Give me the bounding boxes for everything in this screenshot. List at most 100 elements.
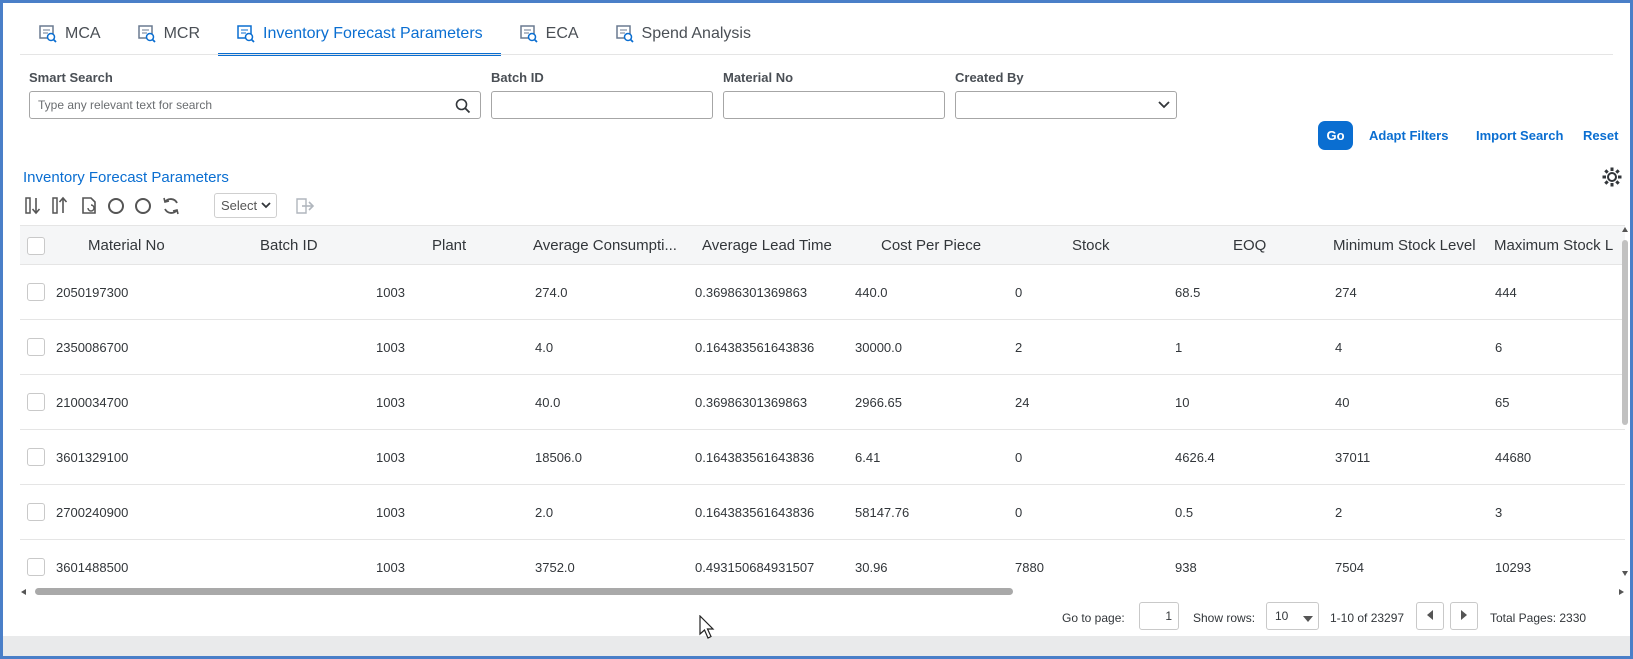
cell-average-consumption: 4.0: [535, 340, 554, 355]
tab-label: Inventory Forecast Parameters: [263, 25, 483, 42]
column-header[interactable]: Minimum Stock Level: [1333, 226, 1481, 266]
page-number-input[interactable]: 1: [1139, 602, 1179, 630]
batch-id-label: Batch ID: [491, 70, 544, 85]
cell-maximum-stock-level: 65: [1495, 395, 1510, 410]
page-number-value: 1: [1165, 609, 1172, 623]
reset-button[interactable]: Reset: [1583, 128, 1618, 143]
batch-id-field[interactable]: [491, 91, 713, 119]
row-checkbox[interactable]: [27, 558, 45, 576]
tab-eca[interactable]: ECA: [501, 16, 597, 52]
cell-eoq: 68.5: [1175, 285, 1201, 300]
created-by-label: Created By: [955, 70, 1024, 85]
rows-per-page-select[interactable]: 10: [1266, 602, 1319, 630]
table-header: Material No Batch ID Plant Average Consu…: [20, 225, 1625, 265]
previous-page-button[interactable]: [1416, 602, 1444, 630]
column-header[interactable]: Stock: [1072, 226, 1110, 266]
search-icon[interactable]: [455, 98, 471, 114]
tab-label: ECA: [545, 25, 579, 42]
refresh-icon[interactable]: [161, 196, 181, 216]
row-checkbox[interactable]: [27, 448, 45, 466]
cell-average-consumption: 2.0: [535, 505, 554, 520]
cell-plant: 1003: [376, 395, 405, 410]
tab-mca[interactable]: MCA: [20, 16, 119, 52]
import-search-button[interactable]: Import Search: [1476, 128, 1563, 143]
column-header[interactable]: Cost Per Piece: [881, 226, 981, 266]
circle-icon[interactable]: [133, 196, 153, 216]
tab-mcr[interactable]: MCR: [119, 16, 218, 52]
column-header[interactable]: Plant: [432, 226, 466, 266]
cell-material-no: 2100034700: [56, 395, 129, 410]
table-row[interactable]: 3601488500 1003 3752.0 0.493150684931507…: [20, 540, 1625, 582]
table-row[interactable]: 2350086700 1003 4.0 0.164383561643836 30…: [20, 320, 1625, 375]
go-button[interactable]: Go: [1318, 121, 1353, 150]
chevron-down-icon: [260, 199, 272, 211]
table-title: Inventory Forecast Parameters: [23, 169, 229, 186]
total-pages: Total Pages: 2330: [1490, 611, 1587, 625]
cell-cost-per-piece: 58147.76: [855, 505, 910, 520]
smart-search-input[interactable]: [29, 91, 481, 119]
select-all-checkbox[interactable]: [27, 237, 45, 255]
rows-per-page-value: 10: [1275, 609, 1289, 623]
column-header[interactable]: Average Lead Time: [702, 226, 832, 266]
tab-label: MCR: [163, 25, 200, 42]
row-checkbox[interactable]: [27, 503, 45, 521]
cell-minimum-stock-level: 4: [1335, 340, 1343, 355]
column-header[interactable]: Maximum Stock L: [1494, 226, 1619, 266]
column-header[interactable]: EOQ: [1233, 226, 1266, 266]
circle-icon[interactable]: [106, 196, 126, 216]
cell-minimum-stock-level: 40: [1335, 395, 1350, 410]
status-band: [3, 636, 1630, 656]
vertical-scrollbar[interactable]: [1620, 226, 1630, 578]
row-checkbox[interactable]: [27, 283, 45, 301]
cell-plant: 1003: [376, 285, 405, 300]
caret-down-icon: [1303, 612, 1313, 626]
created-by-select[interactable]: [955, 91, 1177, 119]
table-row[interactable]: 2700240900 1003 2.0 0.164383561643836 58…: [20, 485, 1625, 540]
record-range: 1-10 of 23297: [1330, 611, 1405, 625]
column-header[interactable]: Batch ID: [260, 226, 318, 266]
cell-plant: 1003: [376, 340, 405, 355]
cell-average-consumption: 18506.0: [535, 450, 582, 465]
column-header[interactable]: Material No: [88, 226, 165, 266]
cell-stock: 2: [1015, 340, 1023, 355]
row-checkbox[interactable]: [27, 338, 45, 356]
gear-icon[interactable]: [1601, 166, 1623, 188]
cell-cost-per-piece: 2966.65: [855, 395, 902, 410]
cell-material-no: 3601329100: [56, 450, 129, 465]
cell-eoq: 10: [1175, 395, 1190, 410]
smart-search-label: Smart Search: [29, 70, 113, 85]
report-icon: [615, 25, 635, 43]
cell-material-no: 2350086700: [56, 340, 129, 355]
toolbar-select[interactable]: Select: [214, 193, 277, 218]
adapt-filters-button[interactable]: Adapt Filters: [1369, 128, 1448, 143]
cell-stock: 0: [1015, 505, 1023, 520]
cell-average-lead-time: 0.164383561643836: [695, 340, 815, 355]
tab-bar: MCA MCR Inventory Forecast Parameters EC…: [20, 16, 769, 56]
export-file-icon[interactable]: [80, 196, 100, 216]
cell-eoq: 1: [1175, 340, 1183, 355]
horizontal-scrollbar[interactable]: [20, 585, 1625, 597]
material-no-field[interactable]: [723, 91, 945, 119]
cell-plant: 1003: [376, 450, 405, 465]
table-row[interactable]: 3601329100 1003 18506.0 0.16438356164383…: [20, 430, 1625, 485]
column-header[interactable]: Average Consumpti...: [533, 226, 685, 266]
table-row[interactable]: 2100034700 1003 40.0 0.36986301369863 29…: [20, 375, 1625, 430]
tab-spend-analysis[interactable]: Spend Analysis: [597, 16, 769, 52]
mouse-pointer-icon: [699, 614, 717, 641]
sort-descending-icon[interactable]: [24, 196, 44, 216]
cell-material-no: 2700240900: [56, 505, 129, 520]
report-icon: [137, 25, 157, 43]
cell-maximum-stock-level: 44680: [1495, 450, 1532, 465]
tab-inventory-forecast-parameters[interactable]: Inventory Forecast Parameters: [218, 16, 501, 56]
cell-stock: 24: [1015, 395, 1030, 410]
report-icon: [236, 25, 256, 43]
next-page-button[interactable]: [1450, 602, 1478, 630]
table-row[interactable]: 2050197300 1003 274.0 0.36986301369863 4…: [20, 265, 1625, 320]
export-icon[interactable]: [294, 196, 315, 216]
row-checkbox[interactable]: [27, 393, 45, 411]
cell-cost-per-piece: 440.0: [855, 285, 888, 300]
cell-minimum-stock-level: 2: [1335, 505, 1343, 520]
cell-eoq: 4626.4: [1175, 450, 1215, 465]
cell-average-consumption: 40.0: [535, 395, 561, 410]
sort-ascending-icon[interactable]: [51, 196, 71, 216]
